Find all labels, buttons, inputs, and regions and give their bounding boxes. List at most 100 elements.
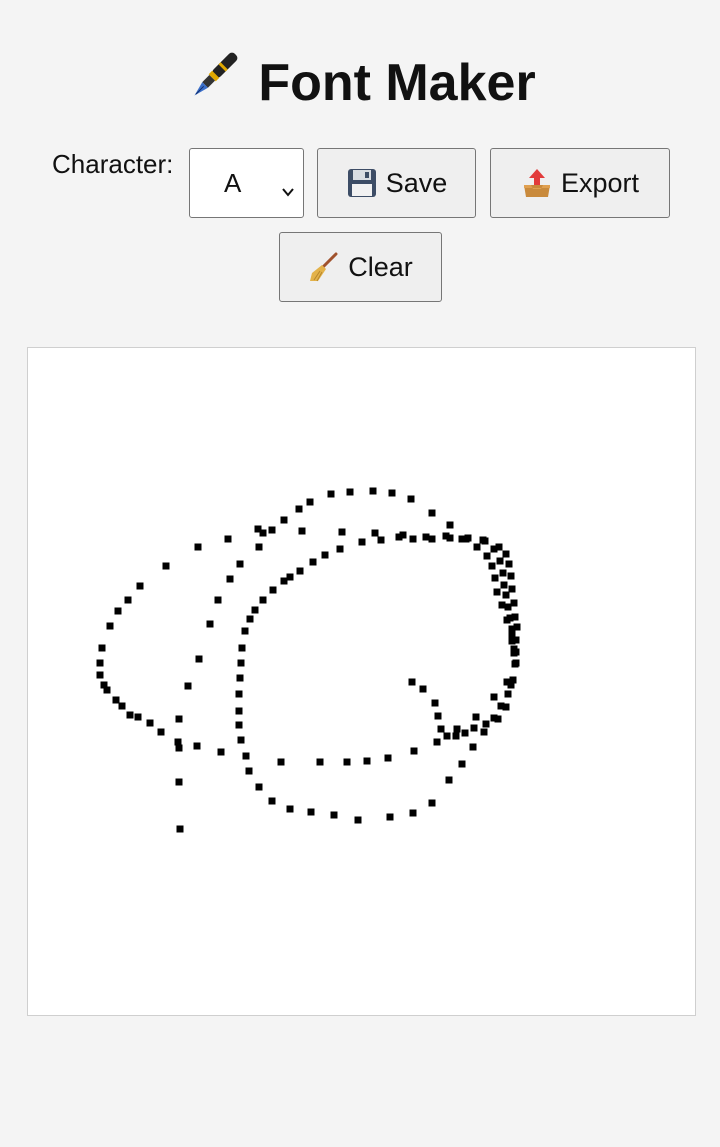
drawing-canvas[interactable] (27, 347, 696, 1016)
stroke-dot (146, 719, 154, 727)
stroke-dot (277, 758, 285, 766)
clear-button[interactable]: Clear (279, 232, 442, 302)
chevron-down-icon (281, 175, 295, 197)
stroke-dot (388, 489, 396, 497)
stroke-dot (369, 487, 377, 495)
floppy-disk-icon (346, 167, 378, 199)
stroke-dot (174, 738, 182, 746)
stroke-dot (343, 758, 351, 766)
stroke-dot (437, 725, 445, 733)
stroke-dot (386, 813, 394, 821)
stroke-dot (242, 752, 250, 760)
stroke-dot (499, 569, 507, 577)
export-button[interactable]: Export (490, 148, 670, 218)
stroke-dot (330, 811, 338, 819)
fountain-pen-icon (184, 44, 246, 106)
stroke-dot (134, 713, 142, 721)
stroke-dot (483, 552, 491, 560)
broom-icon (308, 251, 340, 283)
stroke-dot (195, 655, 203, 663)
stroke-dot (224, 535, 232, 543)
app-title: Font Maker (0, 44, 720, 119)
stroke-dot (442, 532, 450, 540)
stroke-dot (434, 712, 442, 720)
stroke-dot (490, 545, 498, 553)
stroke-dot (408, 678, 416, 686)
stroke-dot (184, 682, 192, 690)
character-select[interactable]: A (189, 148, 304, 218)
stroke-dot (496, 557, 504, 565)
stroke-dot (433, 738, 441, 746)
stroke-dot (298, 527, 306, 535)
stroke-dot (280, 577, 288, 585)
clear-label: Clear (348, 251, 413, 282)
stroke-dot (286, 805, 294, 813)
stroke-dot (494, 715, 502, 723)
stroke-dot (193, 742, 201, 750)
stroke-dot (508, 625, 516, 633)
stroke-dot (269, 586, 277, 594)
stroke-dot (255, 543, 263, 551)
stroke-dot (493, 588, 501, 596)
stroke-dot (491, 574, 499, 582)
stroke-dot (157, 728, 165, 736)
stroke-dot (354, 816, 362, 824)
stroke-dot (235, 707, 243, 715)
character-label: Character: (52, 149, 174, 179)
stroke-dot (106, 622, 114, 630)
stroke-dot (206, 620, 214, 628)
stroke-dot (336, 545, 344, 553)
stroke-dot (462, 535, 470, 543)
stroke-dot (407, 495, 415, 503)
stroke-dot (446, 521, 454, 529)
stroke-dot (504, 690, 512, 698)
stroke-dot (126, 711, 134, 719)
save-label: Save (385, 167, 448, 198)
export-label: Export (560, 167, 640, 198)
stroke-dot (428, 535, 436, 543)
stroke-dot (237, 659, 245, 667)
stroke-dot (488, 562, 496, 570)
stroke-dot (114, 607, 122, 615)
stroke-dot (98, 644, 106, 652)
stroke-dot (458, 760, 466, 768)
stroke-dot (176, 825, 184, 833)
stroke-dot (490, 693, 498, 701)
stroke-dot (470, 724, 478, 732)
stroke-dot (508, 637, 516, 645)
stroke-dot (226, 575, 234, 583)
outbox-tray-icon (521, 167, 553, 199)
stroke-dot (327, 490, 335, 498)
stroke-dot (377, 536, 385, 544)
stroke-dot (410, 747, 418, 755)
stroke-dot (371, 529, 379, 537)
stroke-dot (452, 732, 460, 740)
stroke-dot (482, 720, 490, 728)
stroke-dot (194, 543, 202, 551)
stroke-dot (409, 809, 417, 817)
stroke-dot (338, 528, 346, 536)
stroke-dot (237, 736, 245, 744)
stroke-dot (502, 703, 510, 711)
stroke-dot (124, 596, 132, 604)
save-button[interactable]: Save (317, 148, 476, 218)
stroke-dot (295, 505, 303, 513)
stroke-dot (217, 748, 225, 756)
stroke-dot (306, 498, 314, 506)
stroke-dot (431, 699, 439, 707)
stroke-dot (503, 678, 511, 686)
stroke-dot (469, 743, 477, 751)
stroke-dot (510, 649, 518, 657)
stroke-dot (214, 596, 222, 604)
stroke-layer (96, 487, 521, 833)
stroke-dot (428, 799, 436, 807)
stroke-dot (358, 538, 366, 546)
stroke-dot (321, 551, 329, 559)
stroke-dot (346, 488, 354, 496)
stroke-dot (500, 581, 508, 589)
stroke-dot (241, 627, 249, 635)
stroke-dot (443, 732, 451, 740)
stroke-dot (175, 744, 183, 752)
stroke-dot (238, 644, 246, 652)
stroke-dot (259, 596, 267, 604)
